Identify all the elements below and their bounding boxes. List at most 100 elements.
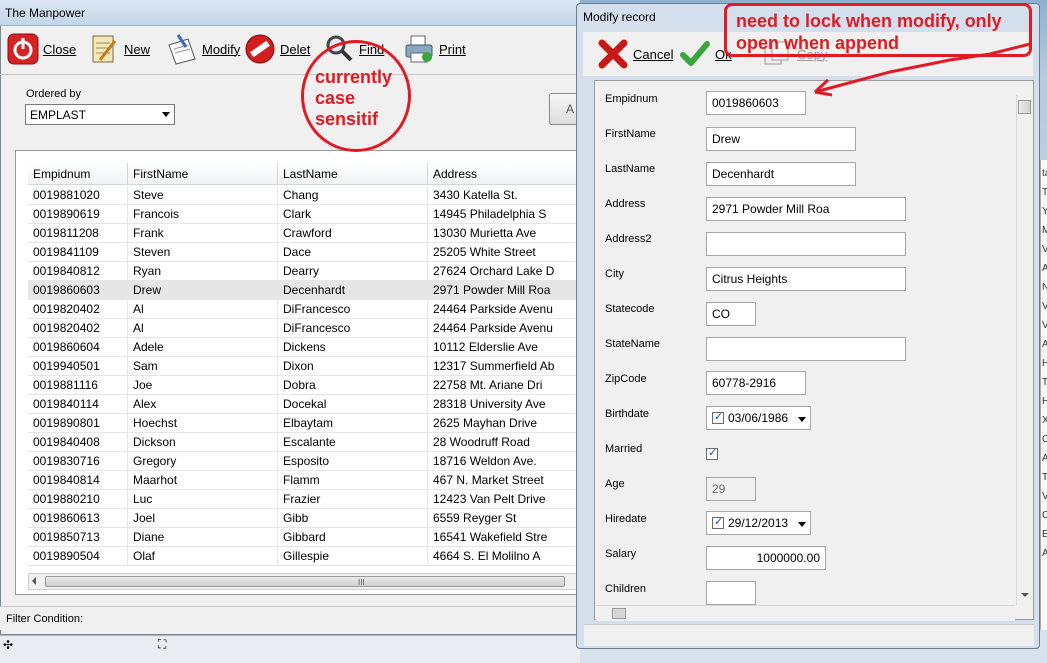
table-row[interactable]: 0019840114 Alex Docekal 28318 University Av… (28, 395, 578, 414)
modify-window-title: Modify record (583, 10, 656, 24)
ordered-by-select[interactable]: EMPLAST (25, 104, 175, 125)
table-cell: Clark (278, 205, 428, 224)
statecode-field[interactable]: CO (706, 302, 756, 326)
close-label: Close (43, 41, 77, 57)
chevron-down-icon[interactable] (798, 417, 806, 422)
table-cell: Olaf (128, 547, 278, 566)
table-row[interactable]: 0019840814 Maarhot Flamm 467 N. Market Stre… (28, 471, 578, 490)
no-entry-icon (244, 33, 276, 65)
column-header[interactable]: Empidnum (28, 163, 128, 185)
edge-text: N (1042, 282, 1047, 293)
children-field[interactable] (706, 581, 756, 605)
hiredate-checkbox[interactable] (712, 515, 724, 529)
manpower-titlebar[interactable]: The Manpower (0, 0, 580, 26)
table-row[interactable]: 0019860604 Adele Dickens 10112 Elderslie Av… (28, 338, 578, 357)
table-row[interactable]: 0019830716 Gregory Esposito 18716 Weldon Av… (28, 452, 578, 471)
edge-text: V (1042, 320, 1047, 331)
find-annotation-text: currently case sensitif (315, 67, 393, 129)
table-cell: 0019840812 (28, 262, 128, 281)
employee-grid: Empidnum FirstName LastName Address 0019881… (15, 150, 580, 595)
toolbar-divider (0, 74, 580, 75)
table-row[interactable]: 0019811208 Frank Crawford 13030 Murietta Av… (28, 224, 578, 243)
table-cell: Maarhot (128, 471, 278, 490)
table-cell: Gibb (278, 509, 428, 528)
hiredate-picker[interactable]: 29/12/2013 (706, 511, 811, 535)
edge-text: H (1042, 396, 1047, 407)
table-row[interactable]: 0019860613 Joel Gibb 6559 Reyger St (28, 509, 578, 528)
table-cell: 0019881116 (28, 376, 128, 395)
table-row[interactable]: 0019881020 Steve Chang 3430 Katella St. (28, 186, 578, 205)
table-row[interactable]: 0019940501 Sam Dixon 12317 Summerfield Ab (28, 357, 578, 376)
table-row[interactable]: 0019820402 Al DiFrancesco 24464 Parkside Av… (28, 319, 578, 338)
table-cell: 0019890504 (28, 547, 128, 566)
table-cell: Steven (128, 243, 278, 262)
cancel-label: Cancel (633, 46, 674, 62)
edge-text: Y (1042, 206, 1047, 217)
form-vertical-scrollbar[interactable] (1016, 95, 1033, 605)
scroll-thumb[interactable] (1018, 100, 1031, 114)
table-row[interactable]: 0019860603 Drew Decenhardt 2971 Powder Mill… (28, 281, 578, 300)
edge-text: V (1042, 301, 1047, 312)
scroll-left-icon[interactable] (32, 577, 36, 585)
table-cell: 467 N. Market Street (428, 471, 578, 490)
table-cell: 0019830716 (28, 452, 128, 471)
chevron-down-icon (162, 112, 170, 117)
table-row[interactable]: 0019890504 Olaf Gillespie 4664 S. El Moliln… (28, 547, 578, 566)
table-cell: Crawford (278, 224, 428, 243)
window-icon[interactable]: ⛶ (158, 637, 166, 652)
table-row[interactable]: 0019840812 Ryan Dearry 27624 Orchard Lake D (28, 262, 578, 281)
birthdate-checkbox[interactable] (712, 410, 724, 424)
chevron-down-icon[interactable] (798, 522, 806, 527)
empidnum-field[interactable]: 0019860603 (706, 91, 806, 115)
address-label: Address (605, 198, 646, 210)
salary-field[interactable]: 1000000.00 (706, 546, 826, 570)
statecode-label: Statecode (605, 303, 655, 315)
column-header[interactable]: LastName (278, 163, 428, 185)
edge-text: X (1042, 415, 1047, 426)
table-row[interactable]: 0019820402 Al DiFrancesco 24464 Parkside Av… (28, 300, 578, 319)
table-cell: 16541 Wakefield Stre (428, 528, 578, 547)
table-cell: 0019840814 (28, 471, 128, 490)
form-horizontal-scrollbar[interactable] (596, 605, 1015, 621)
table-cell: 0019940501 (28, 357, 128, 376)
table-cell: 0019811208 (28, 224, 128, 243)
address2-field[interactable] (706, 232, 906, 256)
married-checkbox[interactable] (706, 446, 722, 461)
column-header[interactable]: Address (428, 163, 578, 185)
modify-button[interactable]: Modify (166, 33, 240, 65)
main-toolbar: Close New Modify Delet Find Print (0, 27, 580, 73)
table-cell: Diane (128, 528, 278, 547)
scroll-down-icon[interactable] (1021, 593, 1029, 597)
table-row[interactable]: 0019850713 Diane Gibbard 16541 Wakefield St… (28, 528, 578, 547)
column-header[interactable]: FirstName (128, 163, 278, 185)
table-cell: Dobra (278, 376, 428, 395)
statename-field[interactable] (706, 337, 906, 361)
table-row[interactable]: 0019890619 Francois Clark 14945 Philadelphi… (28, 205, 578, 224)
table-row[interactable]: 0019880210 Luc Frazier 12423 Van Pelt Drive (28, 490, 578, 509)
print-button[interactable]: Print (403, 33, 466, 65)
status-bar: Filter Condition: (0, 606, 580, 630)
table-cell: Steve (128, 186, 278, 205)
new-button[interactable]: New (88, 33, 150, 65)
lastname-field[interactable]: Decenhardt (706, 162, 856, 186)
table-row[interactable]: 0019890801 Hoechst Elbaytam 2625 Mayhan Dri… (28, 414, 578, 433)
edge-text: M (1042, 225, 1047, 236)
edge-text: T (1042, 472, 1047, 483)
table-row[interactable]: 0019841109 Steven Dace 25205 White Street (28, 243, 578, 262)
table-row[interactable]: 0019881116 Joe Dobra 22758 Mt. Ariane Dri (28, 376, 578, 395)
city-field[interactable]: Citrus Heights (706, 267, 906, 291)
grid-horizontal-scrollbar[interactable]: III (28, 573, 580, 590)
table-row[interactable]: 0019840408 Dickson Escalante 28 Woodruff Ro… (28, 433, 578, 452)
scroll-thumb[interactable] (612, 608, 626, 619)
move-icon[interactable]: ✣ (3, 638, 13, 652)
cancel-button[interactable]: Cancel (597, 38, 673, 70)
address-field[interactable]: 2971 Powder Mill Roa (706, 197, 906, 221)
zipcode-label: ZipCode (605, 373, 647, 385)
birthdate-picker[interactable]: 03/06/1986 (706, 406, 811, 430)
table-cell: 0019860603 (28, 281, 128, 300)
delete-button[interactable]: Delet (244, 33, 310, 65)
close-button[interactable]: Close (7, 33, 76, 65)
zipcode-field[interactable]: 60778-2916 (706, 371, 806, 395)
scroll-thumb[interactable]: III (45, 576, 565, 587)
firstname-field[interactable]: Drew (706, 127, 856, 151)
